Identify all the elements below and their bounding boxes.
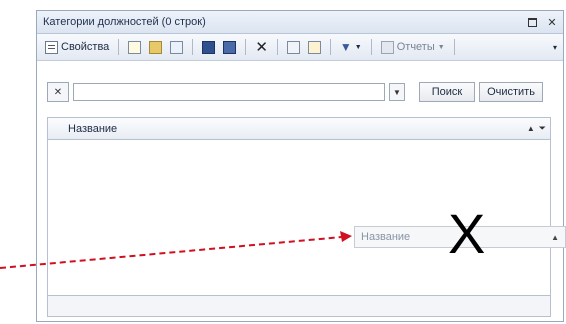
drag-arrow-line: [0, 236, 343, 269]
dragged-column-label: Название: [361, 231, 411, 243]
drop-forbidden-mark: X: [448, 202, 486, 265]
drag-arrow-head: [340, 231, 352, 242]
drag-arrow: [0, 231, 352, 269]
sort-ascending-icon: ▲: [551, 232, 559, 242]
